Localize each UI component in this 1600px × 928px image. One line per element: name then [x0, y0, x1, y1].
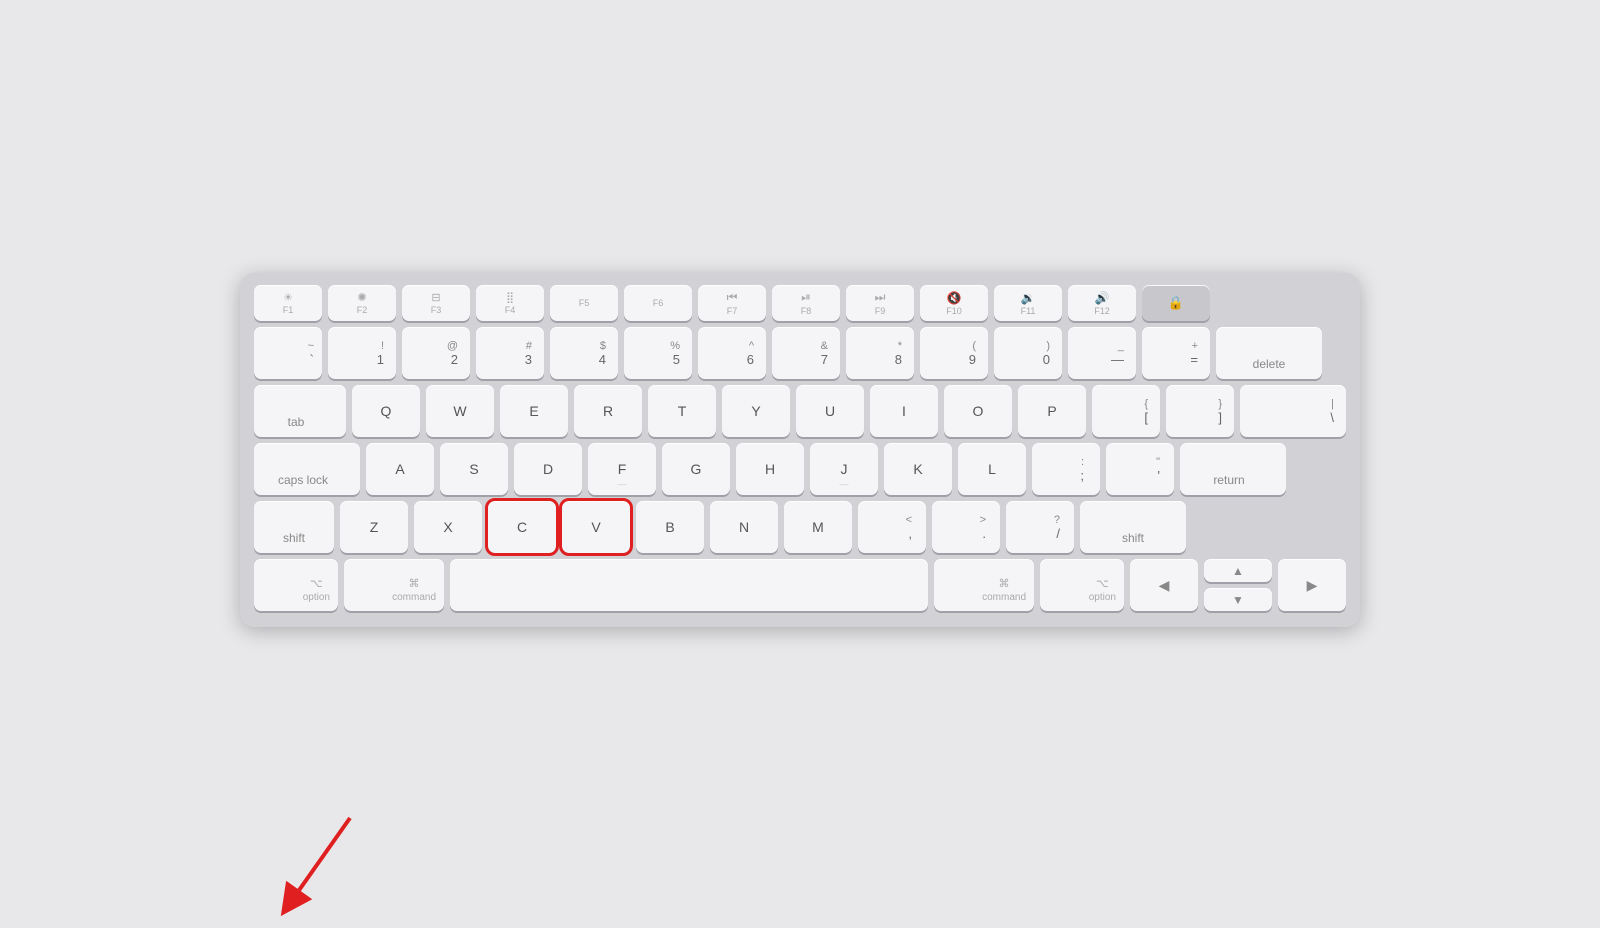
key-command-left[interactable]: ⌘ command [344, 559, 444, 611]
key-f10[interactable]: 🔇 F10 [920, 285, 988, 321]
key-lock[interactable]: 🔒 [1142, 285, 1210, 321]
key-equal[interactable]: + = [1142, 327, 1210, 379]
key-comma[interactable]: < , [858, 501, 926, 553]
key-arrow-down[interactable]: ▼ [1204, 588, 1272, 611]
key-shift-left[interactable]: shift [254, 501, 334, 553]
keyboard: ☀ F1 ✺ F2 ⊟ F3 ⣿ F4 F5 F6 ⏮ F7 ⏯ F8 [240, 273, 1360, 627]
key-bracket-right[interactable]: } ] [1166, 385, 1234, 437]
delete-label: delete [1253, 357, 1286, 371]
key-capslock[interactable]: caps lock [254, 443, 360, 495]
qwer-row: tab Q W E R T Y U I O P { [ } ] | \ [254, 385, 1346, 437]
number-row: ~ ` ! 1 @ 2 # 3 $ 4 % 5 ^ 6 & 7 [254, 327, 1346, 379]
key-f6[interactable]: F6 [624, 285, 692, 321]
key-arrow-up[interactable]: ▲ [1204, 559, 1272, 582]
key-period[interactable]: > . [932, 501, 1000, 553]
key-f11[interactable]: 🔉 F11 [994, 285, 1062, 321]
key-h[interactable]: H [736, 443, 804, 495]
key-f3[interactable]: ⊟ F3 [402, 285, 470, 321]
key-y[interactable]: Y [722, 385, 790, 437]
key-f1[interactable]: ☀ F1 [254, 285, 322, 321]
key-t[interactable]: T [648, 385, 716, 437]
key-u[interactable]: U [796, 385, 864, 437]
fn-row: ☀ F1 ✺ F2 ⊟ F3 ⣿ F4 F5 F6 ⏮ F7 ⏯ F8 [254, 285, 1346, 321]
key-tab[interactable]: tab [254, 385, 346, 437]
key-f12[interactable]: 🔊 F12 [1068, 285, 1136, 321]
key-r[interactable]: R [574, 385, 642, 437]
key-f[interactable]: F — [588, 443, 656, 495]
key-x[interactable]: X [414, 501, 482, 553]
key-m[interactable]: M [784, 501, 852, 553]
key-w[interactable]: W [426, 385, 494, 437]
key-semicolon[interactable]: : ; [1032, 443, 1100, 495]
key-space[interactable] [450, 559, 928, 611]
arrow-up-down-container: ▲ ▼ [1204, 559, 1272, 611]
key-option-left[interactable]: ⌥ option [254, 559, 338, 611]
key-return[interactable]: return [1180, 443, 1286, 495]
key-e[interactable]: E [500, 385, 568, 437]
key-f7[interactable]: ⏮ F7 [698, 285, 766, 321]
key-arrow-left[interactable]: ◀ [1130, 559, 1198, 611]
key-quote[interactable]: " ' [1106, 443, 1174, 495]
key-c[interactable]: C [488, 501, 556, 553]
command-right-label: command [982, 592, 1026, 603]
key-j[interactable]: J — [810, 443, 878, 495]
key-minus[interactable]: _ — [1068, 327, 1136, 379]
key-4[interactable]: $ 4 [550, 327, 618, 379]
asdf-row: caps lock A S D F — G H J — K L : ; " ' … [254, 443, 1346, 495]
key-option-right[interactable]: ⌥ option [1040, 559, 1124, 611]
key-0[interactable]: ) 0 [994, 327, 1062, 379]
key-backslash[interactable]: | \ [1240, 385, 1346, 437]
key-slash[interactable]: ? / [1006, 501, 1074, 553]
key-g[interactable]: G [662, 443, 730, 495]
key-7[interactable]: & 7 [772, 327, 840, 379]
key-f5[interactable]: F5 [550, 285, 618, 321]
key-b[interactable]: B [636, 501, 704, 553]
bottom-row: ⌥ option ⌘ command ⌘ command ⌥ option ◀ [254, 559, 1346, 611]
key-f8[interactable]: ⏯ F8 [772, 285, 840, 321]
key-a[interactable]: A [366, 443, 434, 495]
key-k[interactable]: K [884, 443, 952, 495]
key-arrow-right[interactable]: ▶ [1278, 559, 1346, 611]
zxcv-row: shift Z X C V B N M < , > . ? / shift [254, 501, 1346, 553]
key-f4[interactable]: ⣿ F4 [476, 285, 544, 321]
key-d[interactable]: D [514, 443, 582, 495]
key-l[interactable]: L [958, 443, 1026, 495]
key-6[interactable]: ^ 6 [698, 327, 766, 379]
key-i[interactable]: I [870, 385, 938, 437]
key-p[interactable]: P [1018, 385, 1086, 437]
key-f9[interactable]: ⏭ F9 [846, 285, 914, 321]
key-8[interactable]: * 8 [846, 327, 914, 379]
option-left-label: option [303, 592, 330, 603]
command-left-label: command [392, 592, 436, 603]
key-backtick[interactable]: ~ ` [254, 327, 322, 379]
key-shift-right[interactable]: shift [1080, 501, 1186, 553]
key-2[interactable]: @ 2 [402, 327, 470, 379]
key-f2[interactable]: ✺ F2 [328, 285, 396, 321]
key-delete[interactable]: delete [1216, 327, 1322, 379]
key-z[interactable]: Z [340, 501, 408, 553]
key-5[interactable]: % 5 [624, 327, 692, 379]
option-right-label: option [1089, 592, 1116, 603]
key-n[interactable]: N [710, 501, 778, 553]
key-9[interactable]: ( 9 [920, 327, 988, 379]
key-o[interactable]: O [944, 385, 1012, 437]
key-q[interactable]: Q [352, 385, 420, 437]
key-3[interactable]: # 3 [476, 327, 544, 379]
key-s[interactable]: S [440, 443, 508, 495]
key-bracket-left[interactable]: { [ [1092, 385, 1160, 437]
key-1[interactable]: ! 1 [328, 327, 396, 379]
key-command-right[interactable]: ⌘ command [934, 559, 1034, 611]
key-v[interactable]: V [562, 501, 630, 553]
